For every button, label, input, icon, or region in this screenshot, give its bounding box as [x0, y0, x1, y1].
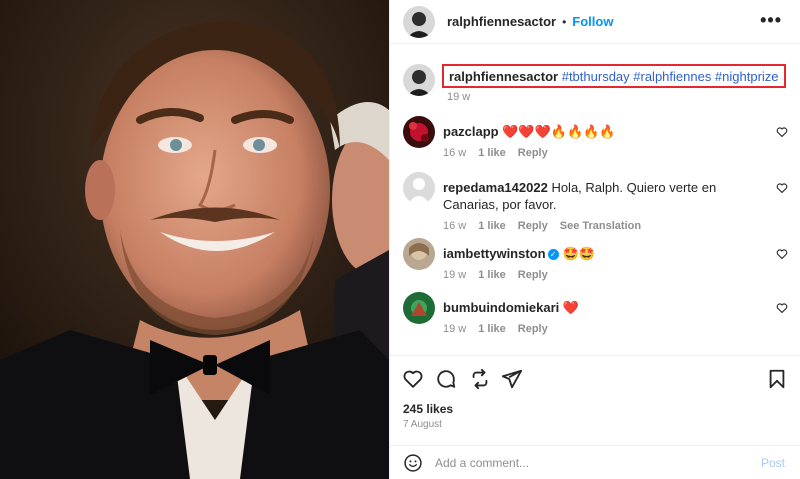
comment-content: ❤️❤️❤️🔥🔥🔥🔥: [502, 124, 616, 139]
reply-button[interactable]: Reply: [518, 269, 548, 281]
post-photo[interactable]: [0, 0, 389, 479]
comment-meta: 19 w 1 like Reply: [443, 323, 763, 335]
commenter-avatar[interactable]: [403, 238, 435, 270]
repost-icon[interactable]: [469, 368, 491, 390]
separator-dot: •: [562, 14, 567, 29]
comment-item: iambettywinston ✓ 🤩🤩 19 w 1 like Reply: [403, 238, 788, 281]
reply-button[interactable]: Reply: [518, 323, 548, 335]
comment-likes[interactable]: 1 like: [478, 323, 506, 335]
comment-text: pazclapp ❤️❤️❤️🔥🔥🔥🔥: [443, 123, 763, 140]
comment-content: 🤩🤩: [562, 246, 595, 261]
comment-icon[interactable]: [435, 368, 457, 390]
save-bookmark-icon[interactable]: [766, 368, 788, 390]
likes-count[interactable]: 245 likes: [403, 402, 453, 416]
comment-time: 16 w: [443, 220, 467, 232]
author-avatar[interactable]: [403, 5, 435, 38]
comment-username[interactable]: bumbuindomiekari: [443, 300, 559, 315]
like-comment-heart-icon[interactable]: [776, 182, 788, 194]
comment-text: iambettywinston ✓ 🤩🤩: [443, 245, 763, 262]
commenter-avatar[interactable]: [403, 116, 435, 148]
comment-meta: 19 w 1 like Reply: [443, 269, 763, 281]
comment-time: 19 w: [443, 269, 467, 281]
comment-likes[interactable]: 1 like: [478, 220, 506, 232]
commenter-avatar[interactable]: [403, 172, 435, 204]
comment-item: bumbuindomiekari ❤️ 19 w 1 like Reply: [403, 292, 788, 335]
more-options-icon[interactable]: •••: [760, 11, 782, 29]
reply-button[interactable]: Reply: [518, 147, 548, 159]
caption-time: 19 w: [447, 91, 471, 103]
comment-input[interactable]: Add a comment...: [435, 456, 761, 470]
follow-button[interactable]: Follow: [572, 14, 613, 29]
comment-item: repedama142022 Hola, Ralph. Quiero verte…: [403, 172, 788, 232]
emoji-icon[interactable]: [403, 453, 423, 473]
reply-button[interactable]: Reply: [518, 220, 548, 232]
comment-likes[interactable]: 1 like: [478, 269, 506, 281]
like-heart-icon[interactable]: [402, 368, 424, 390]
comment-time: 16 w: [443, 147, 467, 159]
comment-meta: 16 w 1 like Reply: [443, 147, 763, 159]
comment-item: pazclapp ❤️❤️❤️🔥🔥🔥🔥 16 w 1 like Reply: [403, 116, 788, 159]
comment-meta: 16 w 1 like Reply See Translation: [443, 220, 763, 232]
author-username[interactable]: ralphfiennesactor: [447, 14, 556, 29]
caption-avatar[interactable]: [403, 64, 435, 96]
see-translation-button[interactable]: See Translation: [560, 220, 641, 232]
verified-badge-icon: ✓: [547, 249, 559, 261]
caption-username[interactable]: ralphfiennesactor: [449, 69, 558, 84]
comment-username[interactable]: repedama142022: [443, 180, 548, 195]
comment-likes[interactable]: 1 like: [478, 147, 506, 159]
like-comment-heart-icon[interactable]: [776, 302, 788, 314]
comment-username[interactable]: iambettywinston: [443, 246, 546, 261]
caption-hashtags[interactable]: #tbthursday #ralphfiennes #nightprize: [562, 69, 779, 84]
comments-list[interactable]: ralphfiennesactor #tbthursday #ralphfien…: [390, 44, 800, 355]
post-date: 7 August: [403, 419, 442, 430]
post-header: ralphfiennesactor • Follow •••: [390, 0, 800, 44]
post-actions: 245 likes 7 August: [390, 355, 800, 445]
post-detail-panel: ralphfiennesactor • Follow ••• ralphfien…: [389, 0, 800, 479]
post-comment-button[interactable]: Post: [761, 456, 785, 470]
commenter-avatar[interactable]: [403, 292, 435, 324]
comment-content: ❤️: [562, 300, 580, 315]
comment-text: bumbuindomiekari ❤️: [443, 299, 763, 316]
like-comment-heart-icon[interactable]: [776, 248, 788, 260]
comment-time: 19 w: [443, 323, 467, 335]
like-comment-heart-icon[interactable]: [776, 126, 788, 138]
add-comment-bar: Add a comment... Post: [390, 445, 800, 479]
share-icon[interactable]: [501, 368, 523, 390]
caption: ralphfiennesactor #tbthursday #ralphfien…: [403, 64, 791, 103]
caption-highlight: ralphfiennesactor #tbthursday #ralphfien…: [442, 64, 786, 88]
comment-username[interactable]: pazclapp: [443, 124, 499, 139]
comment-text: repedama142022 Hola, Ralph. Quiero verte…: [443, 179, 763, 213]
